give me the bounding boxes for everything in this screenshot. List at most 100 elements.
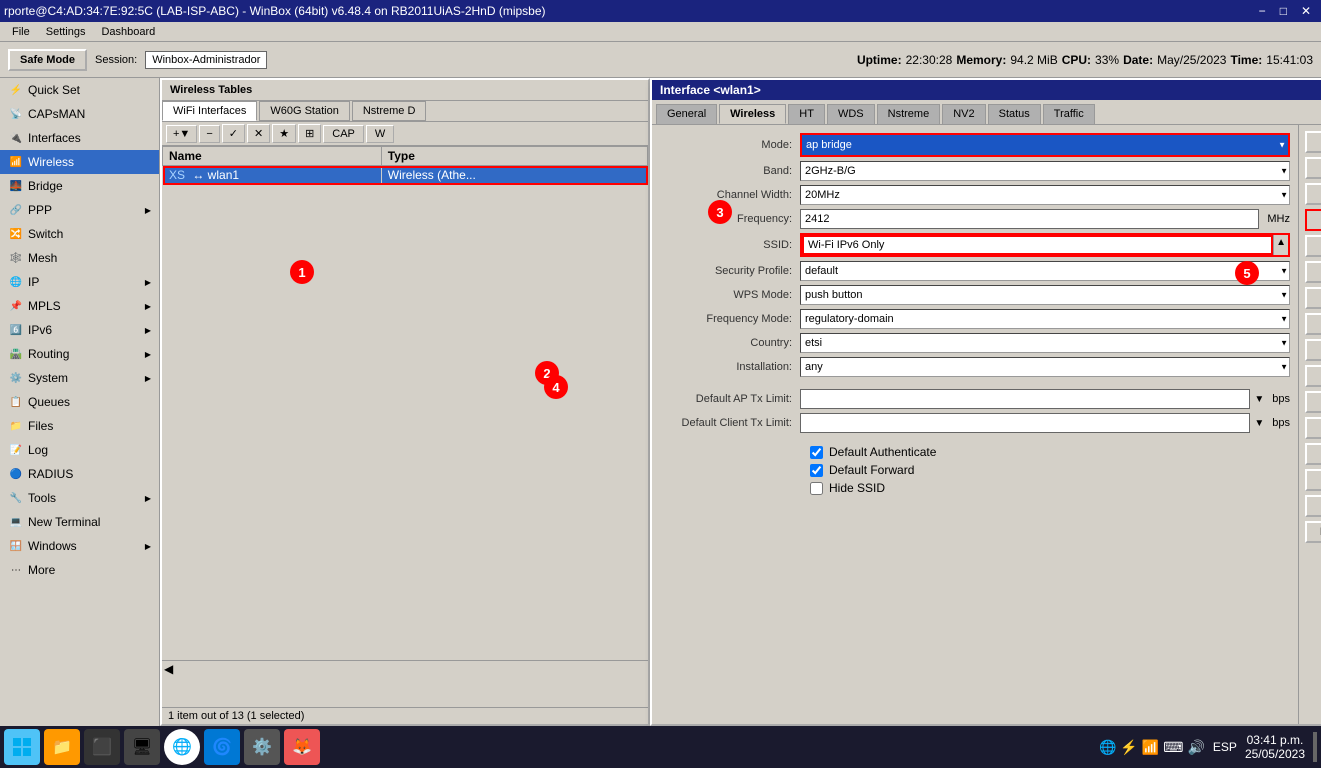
tab-wds[interactable]: WDS [827, 104, 875, 124]
close-button[interactable]: ✕ [1295, 4, 1317, 18]
sidebar-icon-3: 📶 [8, 154, 24, 170]
sidebar-item-windows[interactable]: 🪟Windows▶ [0, 534, 159, 558]
sidebar-item-system[interactable]: ⚙️System▶ [0, 366, 159, 390]
terminal-taskbar[interactable]: ⬛ [84, 729, 120, 765]
wps-mode-select[interactable]: push button [800, 285, 1290, 305]
menu-dashboard[interactable]: Dashboard [93, 24, 163, 40]
setup-repeater-button[interactable]: Setup Repeater [1305, 365, 1321, 387]
tab-nv2[interactable]: NV2 [942, 104, 985, 124]
enable-check-button[interactable]: ✓ [222, 124, 245, 143]
winbox-taskbar[interactable]: 🖥 [124, 729, 160, 765]
file-manager-taskbar[interactable]: 📁 [44, 729, 80, 765]
security-profile-select[interactable]: default [800, 261, 1290, 281]
wps-accept-button[interactable]: WPS Accept [1305, 313, 1321, 335]
tab-status[interactable]: Status [988, 104, 1041, 124]
sniff-button[interactable]: Sniff... [1305, 469, 1321, 491]
add-button[interactable]: +▼ [166, 125, 197, 143]
tray-icon-3[interactable]: 📶 [1142, 739, 1159, 756]
default-ap-tx-input[interactable] [800, 389, 1250, 409]
menu-file[interactable]: File [4, 24, 38, 40]
installation-select[interactable]: any [800, 357, 1290, 377]
channel-width-select[interactable]: 20MHz [800, 185, 1290, 205]
sidebar-item-quick-set[interactable]: ⚡Quick Set [0, 78, 159, 102]
disable-x-button[interactable]: ✕ [247, 124, 270, 143]
sidebar-item-bridge[interactable]: 🌉Bridge [0, 174, 159, 198]
sidebar-item-ppp[interactable]: 🔗PPP▶ [0, 198, 159, 222]
tab-traffic[interactable]: Traffic [1043, 104, 1095, 124]
sidebar-item-files[interactable]: 📁Files [0, 414, 159, 438]
sidebar-label-12: System [28, 371, 68, 385]
sidebar-item-capsman[interactable]: 📡CAPsMAN [0, 102, 159, 126]
tab-wifi-interfaces[interactable]: WiFi Interfaces [162, 101, 257, 121]
ok-button[interactable]: OK [1305, 131, 1321, 153]
menu-settings[interactable]: Settings [38, 24, 94, 40]
sidebar-item-log[interactable]: 📝Log [0, 438, 159, 462]
remove-button[interactable]: − [199, 125, 219, 143]
tab-w60g-station[interactable]: W60G Station [259, 101, 349, 121]
band-label: Band: [660, 165, 800, 177]
advanced-mode-button[interactable]: Advanced Mode [1305, 261, 1321, 283]
sidebar-item-switch[interactable]: 🔀Switch [0, 222, 159, 246]
edge-taskbar[interactable]: 🌀 [204, 729, 240, 765]
enable-button[interactable]: Enable [1305, 209, 1321, 231]
tab-nstreme[interactable]: Nstreme [877, 104, 941, 124]
maximize-button[interactable]: □ [1274, 4, 1293, 18]
mikrotik-tray-icon[interactable]: ⚡ [1120, 739, 1137, 756]
show-desktop-btn[interactable] [1313, 732, 1317, 762]
band-select[interactable]: 2GHz-B/G [800, 161, 1290, 181]
filter-button[interactable]: ⊞ [298, 124, 321, 143]
tab-ht[interactable]: HT [788, 104, 825, 124]
chrome-taskbar[interactable]: 🌐 [164, 729, 200, 765]
settings-taskbar[interactable]: ⚙️ [244, 729, 280, 765]
sidebar-item-routing[interactable]: 🛣️Routing▶ [0, 342, 159, 366]
default-forward-checkbox[interactable] [810, 464, 823, 477]
network-tray-icon[interactable]: 🌐 [1099, 739, 1116, 756]
sidebar-item-tools[interactable]: 🔧Tools▶ [0, 486, 159, 510]
ssid-scroll-up[interactable]: ▲ [1273, 235, 1288, 255]
table-row[interactable]: XS ↔ wlan1 Wireless (Athe... [163, 166, 648, 185]
align-button[interactable]: Align... [1305, 443, 1321, 465]
scan-button[interactable]: Scan... [1305, 391, 1321, 413]
start-button[interactable] [4, 729, 40, 765]
sidebar-item-interfaces[interactable]: 🔌Interfaces [0, 126, 159, 150]
w-button[interactable]: W [366, 125, 394, 143]
frequency-input[interactable] [800, 209, 1259, 229]
sidebar-item-ip[interactable]: 🌐IP▶ [0, 270, 159, 294]
default-client-tx-input[interactable] [800, 413, 1250, 433]
client-tx-dropdown-btn[interactable]: ▼ [1254, 418, 1264, 429]
ap-tx-dropdown-btn[interactable]: ▼ [1254, 394, 1264, 405]
snooper-button[interactable]: Snooper... [1305, 495, 1321, 517]
sidebar-item-more[interactable]: ⋯More [0, 558, 159, 582]
mode-input[interactable] [802, 135, 1288, 155]
hide-ssid-checkbox[interactable] [810, 482, 823, 495]
country-select[interactable]: etsi [800, 333, 1290, 353]
volume-tray-icon[interactable]: 🔊 [1187, 739, 1204, 756]
ssid-input[interactable] [802, 235, 1273, 255]
sidebar-item-queues[interactable]: 📋Queues [0, 390, 159, 414]
tab-general[interactable]: General [656, 104, 717, 124]
sidebar-item-mesh[interactable]: 🕸️Mesh [0, 246, 159, 270]
sidebar-item-new-terminal[interactable]: 💻New Terminal [0, 510, 159, 534]
tab-wireless[interactable]: Wireless [719, 104, 786, 124]
minimize-button[interactable]: − [1253, 4, 1272, 18]
comment-button[interactable]: ★ [272, 124, 296, 143]
cap-button[interactable]: CAP [323, 125, 364, 143]
cancel-button[interactable]: Cancel [1305, 157, 1321, 179]
horizontal-scrollbar[interactable]: ◀ [162, 660, 648, 676]
comment-button[interactable]: Comment [1305, 235, 1321, 257]
freq-usage-button[interactable]: Freq. Usage... [1305, 417, 1321, 439]
torch-button[interactable]: Torch [1305, 287, 1321, 309]
firefox-taskbar[interactable]: 🦊 [284, 729, 320, 765]
sidebar-item-wireless[interactable]: 📶Wireless [0, 150, 159, 174]
frequency-mode-select[interactable]: regulatory-domain [800, 309, 1290, 329]
sidebar-item-mpls[interactable]: 📌MPLS▶ [0, 294, 159, 318]
sidebar-item-radius[interactable]: 🔵RADIUS [0, 462, 159, 486]
apply-button[interactable]: Apply [1305, 183, 1321, 205]
reset-config-button[interactable]: Reset Configuration [1305, 521, 1321, 543]
default-authenticate-checkbox[interactable] [810, 446, 823, 459]
tray-icon-4[interactable]: ⌨ [1163, 739, 1183, 756]
safe-mode-button[interactable]: Safe Mode [8, 49, 87, 71]
wps-client-button[interactable]: WPS Client [1305, 339, 1321, 361]
sidebar-item-ipv6[interactable]: 6️⃣IPv6▶ [0, 318, 159, 342]
tab-nstreme-d[interactable]: Nstreme D [352, 101, 427, 121]
